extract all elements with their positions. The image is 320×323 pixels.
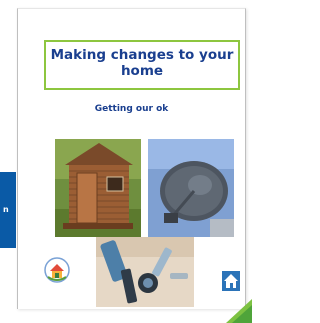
side-tab[interactable]: n — [0, 172, 16, 248]
housing-badge-icon — [44, 257, 70, 283]
title-box: Making changes to your home — [44, 40, 240, 90]
page-subtitle: Getting our ok — [94, 104, 169, 114]
document-page: Making changes to your home Getting our … — [17, 8, 246, 309]
satellite-dish-photo — [148, 139, 234, 237]
side-tab-marker: n — [3, 205, 9, 214]
page-title: Making changes to your home — [50, 47, 234, 79]
shed-photo — [55, 139, 141, 237]
document-viewer: n Making changes to your home Getting ou… — [0, 0, 252, 323]
tools-photo — [96, 237, 194, 307]
page-curl-corner[interactable] — [226, 299, 252, 323]
home-icon[interactable] — [222, 271, 240, 291]
